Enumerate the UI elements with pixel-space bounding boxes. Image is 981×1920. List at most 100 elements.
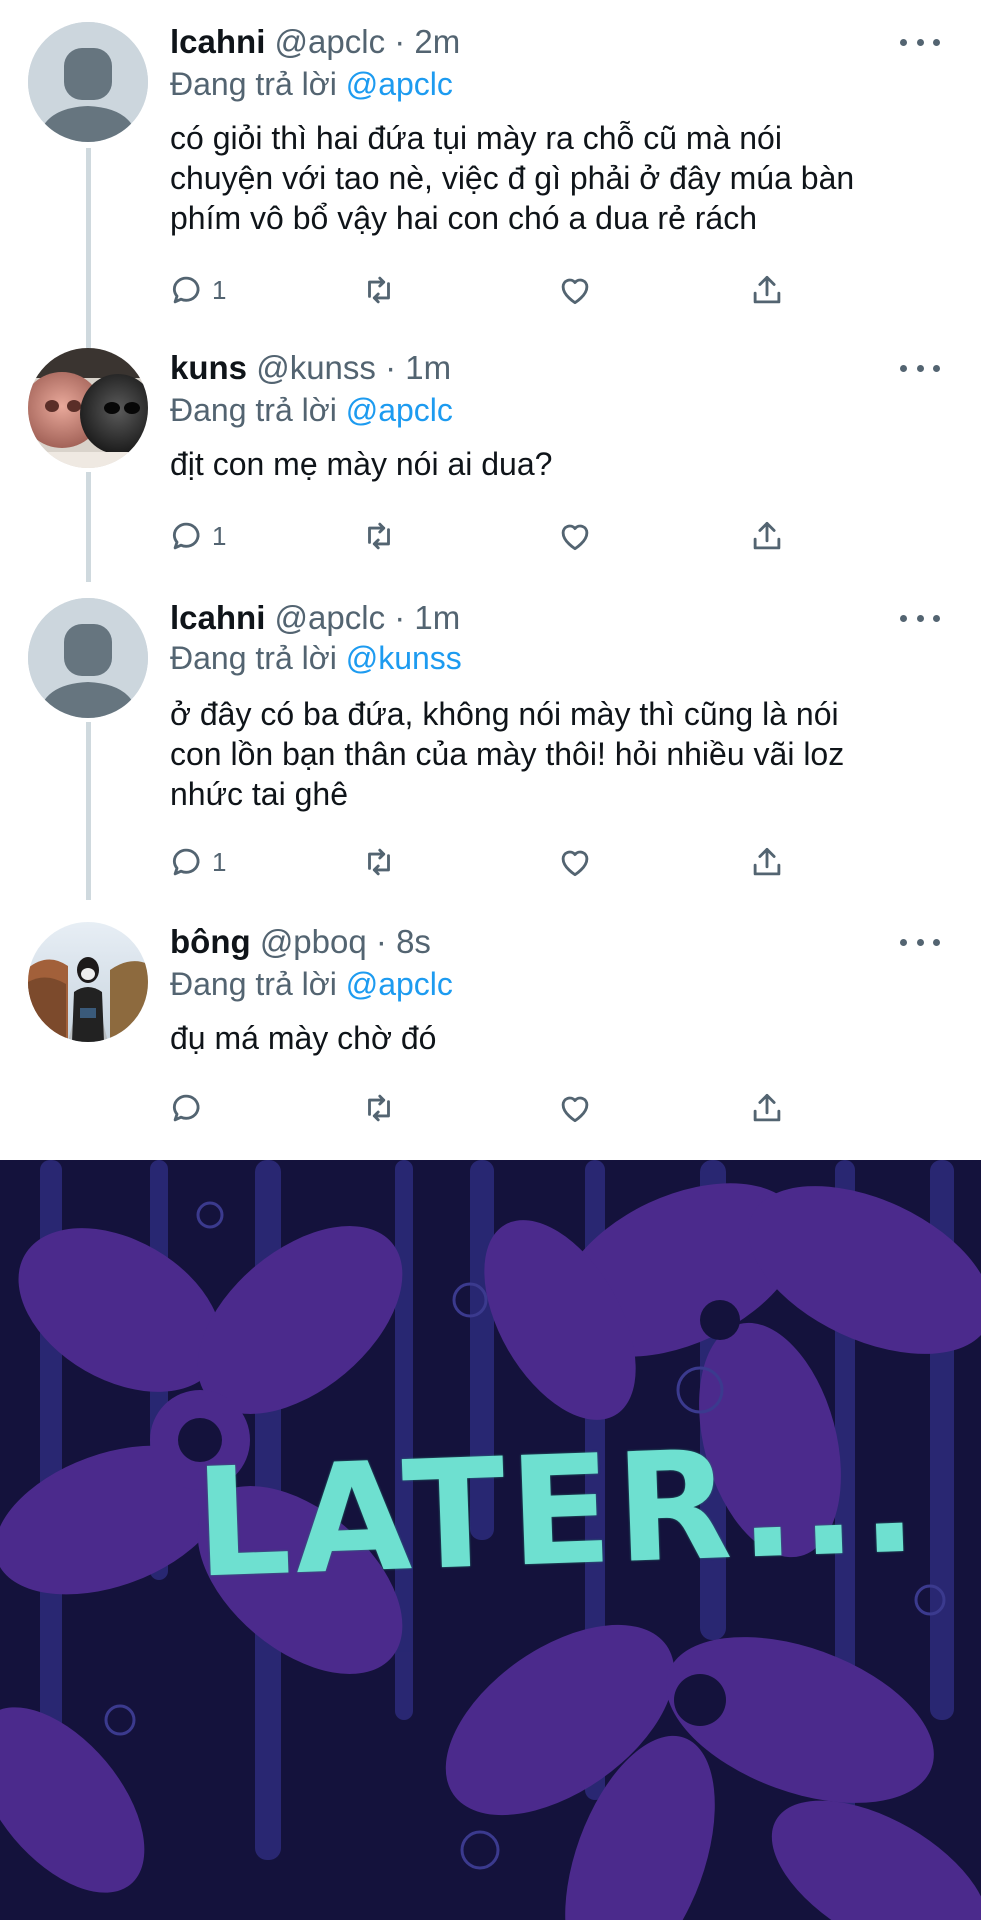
replying-to-label: Đang trả lời bbox=[170, 640, 337, 676]
heart-icon bbox=[561, 850, 589, 877]
thread-line bbox=[86, 722, 91, 900]
share-button[interactable] bbox=[748, 840, 786, 884]
like-button[interactable] bbox=[556, 514, 594, 558]
retweet-icon bbox=[368, 1094, 390, 1122]
separator-dot: · bbox=[375, 923, 387, 960]
tweet-text-line: phím vô bổ vậy hai con chó a dua rẻ rách bbox=[170, 200, 758, 236]
avatar[interactable] bbox=[28, 598, 148, 718]
thread-line bbox=[86, 148, 91, 348]
tweet-text: địt con mẹ mày nói ai dua? bbox=[170, 444, 950, 484]
replying-to: Đang trả lời @apclc bbox=[170, 964, 453, 1004]
tweet-header: kuns @kunss · 1m bbox=[170, 348, 451, 388]
tweet-1[interactable]: lcahni @apclc · 2m Đang trả lời @apclc c… bbox=[0, 0, 981, 348]
more-icon[interactable] bbox=[900, 932, 940, 952]
more-icon[interactable] bbox=[900, 32, 940, 52]
display-name[interactable]: lcahni bbox=[170, 23, 265, 60]
reply-button[interactable]: 1 bbox=[168, 268, 226, 312]
retweet-icon bbox=[368, 848, 390, 876]
display-name[interactable]: lcahni bbox=[170, 599, 265, 636]
avatar[interactable] bbox=[28, 22, 148, 142]
default-avatar-icon bbox=[28, 22, 148, 142]
retweet-icon bbox=[368, 522, 390, 550]
timestamp[interactable]: 2m bbox=[414, 23, 460, 60]
retweet-button[interactable] bbox=[360, 514, 398, 558]
avatar[interactable] bbox=[28, 348, 148, 468]
reply-button[interactable]: 1 bbox=[168, 514, 226, 558]
tweet-text-line: đụ má mày chờ đó bbox=[170, 1020, 437, 1056]
more-icon[interactable] bbox=[900, 358, 940, 378]
share-icon bbox=[753, 847, 781, 876]
mention-link[interactable]: @apclc bbox=[346, 392, 453, 428]
default-avatar-icon bbox=[28, 598, 148, 718]
like-button[interactable] bbox=[556, 268, 594, 312]
tweet-text-line: nhức tai ghê bbox=[170, 776, 348, 812]
user-handle[interactable]: @kunss bbox=[256, 349, 376, 386]
reply-count: 1 bbox=[212, 274, 227, 305]
tweet-text: có giỏi thì hai đứa tụi mày ra chỗ cũ mà… bbox=[170, 118, 950, 238]
user-handle[interactable]: @pboq bbox=[260, 923, 367, 960]
retweet-icon bbox=[368, 276, 390, 304]
retweet-button[interactable] bbox=[360, 1086, 398, 1130]
tweet-header: bông @pboq · 8s bbox=[170, 922, 431, 962]
reply-button[interactable] bbox=[168, 1086, 206, 1130]
reply-icon bbox=[172, 848, 200, 876]
timestamp[interactable]: 1m bbox=[414, 599, 460, 636]
share-button[interactable] bbox=[748, 1086, 786, 1130]
replying-to-label: Đang trả lời bbox=[170, 392, 337, 428]
like-button[interactable] bbox=[556, 840, 594, 884]
retweet-button[interactable] bbox=[360, 840, 398, 884]
share-icon bbox=[753, 1093, 781, 1122]
timestamp[interactable]: 1m bbox=[405, 349, 451, 386]
tweet-actions bbox=[168, 1086, 788, 1130]
tweet-text-line: chuyện với tao nè, việc đ gì phải ở đây … bbox=[170, 160, 855, 196]
avatar[interactable] bbox=[28, 922, 148, 1042]
replying-to-label: Đang trả lời bbox=[170, 966, 337, 1002]
thread-line bbox=[86, 472, 91, 582]
dog-nose-photo-icon bbox=[28, 348, 148, 468]
heart-icon bbox=[561, 1096, 589, 1123]
share-icon bbox=[753, 521, 781, 550]
reply-button[interactable]: 1 bbox=[168, 840, 226, 884]
tweet-header: lcahni @apclc · 2m bbox=[170, 22, 460, 62]
user-handle[interactable]: @apclc bbox=[275, 599, 386, 636]
more-icon[interactable] bbox=[900, 608, 940, 628]
mention-link[interactable]: @apclc bbox=[346, 966, 453, 1002]
heart-icon bbox=[561, 524, 589, 551]
separator-dot: · bbox=[394, 23, 406, 60]
later-meme-image: LATER... bbox=[0, 1160, 981, 1920]
reply-count: 1 bbox=[212, 846, 227, 877]
mention-link[interactable]: @apclc bbox=[346, 66, 453, 102]
tweet-actions: 1 bbox=[168, 268, 788, 312]
replying-to: Đang trả lời @apclc bbox=[170, 390, 453, 430]
heart-icon bbox=[561, 278, 589, 305]
replying-to-label: Đang trả lời bbox=[170, 66, 337, 102]
share-button[interactable] bbox=[748, 514, 786, 558]
reply-icon bbox=[172, 276, 200, 304]
tweet-text-line: ở đây có ba đứa, không nói mày thì cũng … bbox=[170, 696, 839, 732]
tweet-text: đụ má mày chờ đó bbox=[170, 1018, 950, 1058]
tweet-3[interactable]: lcahni @apclc · 1m Đang trả lời @kunss ở… bbox=[0, 590, 981, 900]
mention-link[interactable]: @kunss bbox=[346, 640, 462, 676]
replying-to: Đang trả lời @kunss bbox=[170, 638, 462, 678]
display-name[interactable]: bông bbox=[170, 923, 251, 960]
tweet-2[interactable]: kuns @kunss · 1m Đang trả lời @apclc địt… bbox=[0, 340, 981, 582]
share-button[interactable] bbox=[748, 268, 786, 312]
replying-to: Đang trả lời @apclc bbox=[170, 64, 453, 104]
separator-dot: · bbox=[394, 599, 406, 636]
person-photo-icon bbox=[28, 922, 148, 1042]
retweet-button[interactable] bbox=[360, 268, 398, 312]
reply-icon bbox=[172, 522, 200, 550]
share-icon bbox=[753, 275, 781, 304]
display-name[interactable]: kuns bbox=[170, 349, 247, 386]
tweet-actions: 1 bbox=[168, 514, 788, 558]
separator-dot: · bbox=[385, 349, 397, 386]
like-button[interactable] bbox=[556, 1086, 594, 1130]
reply-count: 1 bbox=[212, 520, 227, 551]
tweet-header: lcahni @apclc · 1m bbox=[170, 598, 460, 638]
reply-thread: lcahni @apclc · 2m Đang trả lời @apclc c… bbox=[0, 0, 981, 1160]
tweet-4[interactable]: bông @pboq · 8s Đang trả lời @apclc đụ m… bbox=[0, 918, 981, 1148]
timestamp[interactable]: 8s bbox=[396, 923, 431, 960]
tweet-text-line: có giỏi thì hai đứa tụi mày ra chỗ cũ mà… bbox=[170, 120, 782, 156]
reply-icon bbox=[172, 1094, 200, 1122]
user-handle[interactable]: @apclc bbox=[275, 23, 386, 60]
